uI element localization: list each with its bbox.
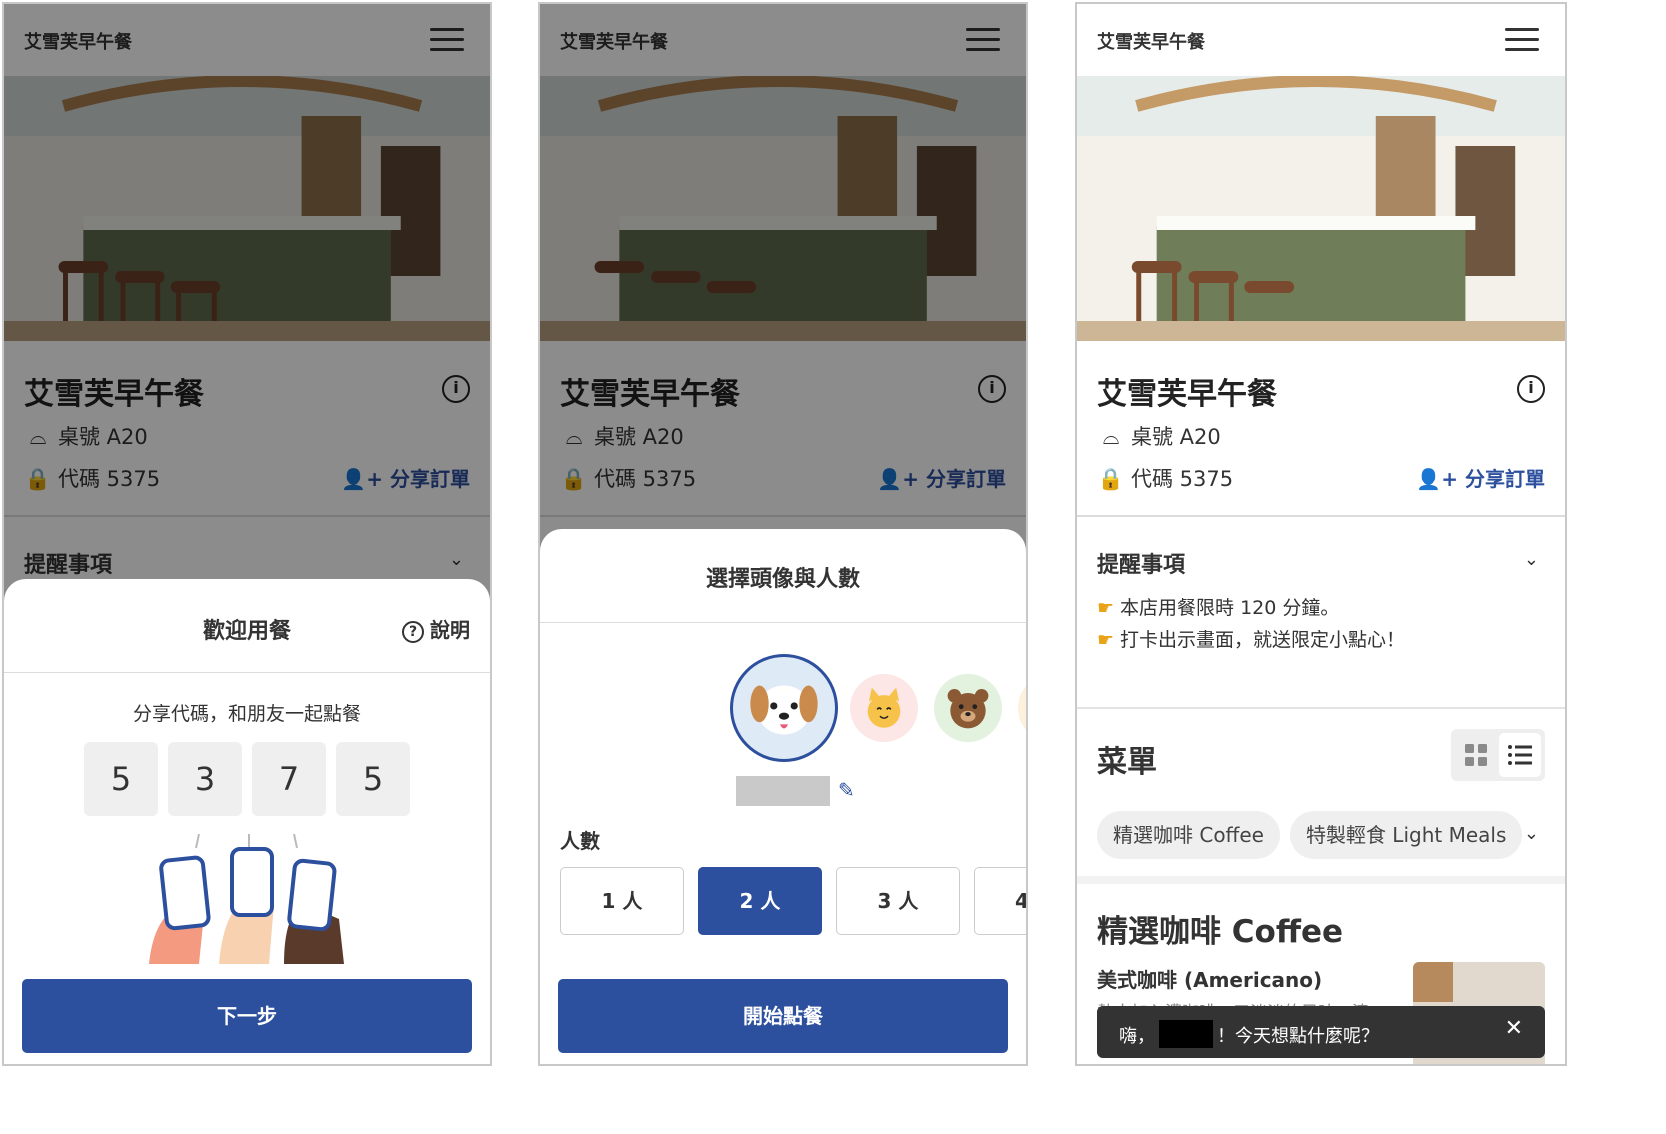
shop-name: 艾雪芙早午餐: [1097, 377, 1277, 412]
redacted-name: [1159, 1020, 1213, 1048]
code-digit: 5: [336, 742, 410, 816]
menu-item-name[interactable]: 美式咖啡 (Americano): [1097, 964, 1322, 993]
people-option-3[interactable]: 3 人: [836, 867, 960, 935]
phone-screen-menu: 艾雪芙早午餐 艾雪芙早午餐 i ⌓ 桌號 A20 🔒 代碼 5375 👤+ 分享訂單…: [1075, 2, 1567, 1066]
pointing-hand-icon: ☛: [1097, 629, 1115, 651]
app-header: 艾雪芙早午餐: [1077, 4, 1565, 76]
code-digit: 7: [252, 742, 326, 816]
category-chip[interactable]: 精選咖啡 Coffee: [1097, 811, 1280, 859]
avatar-sheet: 選擇頭像與人數 ✎ 人數 1 人2 人3 人4 開始點餐: [540, 529, 1026, 1064]
phone-screen-avatar: 艾雪芙早午餐 艾雪芙早午餐 i ⌓ 桌號 A20 🔒 代碼 5375 👤+ 分享訂單…: [538, 2, 1028, 1066]
hero-image: [1077, 76, 1565, 341]
notice-section: 提醒事項 ⌄ ☛ 本店用餐限時 120 分鐘。 ☛ 打卡出示畫面，就送限定小點心！: [1077, 519, 1565, 709]
info-icon[interactable]: i: [1517, 375, 1545, 403]
category-chip[interactable]: 特製輕食 Light Meals: [1289, 811, 1523, 859]
sheet-title: 選擇頭像與人數: [705, 567, 860, 592]
question-icon: ?: [402, 621, 424, 643]
people-count-options: 1 人2 人3 人4: [560, 867, 1026, 935]
sheet-header: 選擇頭像與人數: [540, 529, 1026, 623]
notice-line: ☛ 本店用餐限時 120 分鐘。: [1097, 597, 1340, 619]
sheet-header: 歡迎用餐 ? 說明: [4, 579, 490, 673]
code-digit: 5: [84, 742, 158, 816]
code-digit: 3: [168, 742, 242, 816]
code-digits: 5375: [84, 742, 420, 816]
shop-info-card: 艾雪芙早午餐 i ⌓ 桌號 A20 🔒 代碼 5375 👤+ 分享訂單: [1077, 341, 1565, 517]
menu-section: 菜單 精選咖啡 Coffee 特製輕食 Light Meals ⌄: [1077, 711, 1565, 876]
chevron-down-icon[interactable]: ⌄: [1524, 823, 1539, 844]
people-option-1[interactable]: 1 人: [560, 867, 684, 935]
welcome-sheet: 歡迎用餐 ? 說明 分享代碼，和朋友一起點餐 5375 下一步: [4, 579, 490, 1064]
notice-line: ☛ 打卡出示畫面，就送限定小點心！: [1097, 629, 1406, 651]
chevron-down-icon[interactable]: ⌄: [1524, 549, 1539, 570]
cloche-icon: ⌓: [1102, 425, 1120, 449]
category-chips: 精選咖啡 Coffee 特製輕食 Light Meals: [1097, 811, 1532, 859]
add-user-icon: 👤+: [1416, 467, 1465, 491]
share-order-button[interactable]: 👤+ 分享訂單: [1416, 463, 1545, 492]
cat-icon[interactable]: [850, 674, 918, 742]
view-toggle: [1451, 729, 1545, 781]
notice-title: 提醒事項: [1097, 553, 1186, 578]
people-option-4[interactable]: 4: [974, 867, 1026, 935]
list-view-icon[interactable]: [1499, 733, 1541, 777]
phones-illustration: [144, 833, 354, 964]
table-number: ⌓ 桌號 A20: [1097, 421, 1221, 451]
menu-title: 菜單: [1097, 745, 1157, 780]
close-icon[interactable]: ✕: [1505, 1016, 1523, 1041]
order-code: 🔒 代碼 5375: [1097, 467, 1234, 491]
avatar-picker: [730, 654, 1026, 764]
brand-title: 艾雪芙早午餐: [1097, 32, 1205, 53]
share-code-hint: 分享代碼，和朋友一起點餐: [132, 703, 361, 725]
start-ordering-button[interactable]: 開始點餐: [558, 979, 1008, 1053]
toast-message: 嗨， ！今天想點什麼呢？: [1119, 1020, 1379, 1048]
nickname-field[interactable]: [736, 776, 830, 806]
grid-view-icon[interactable]: [1455, 733, 1497, 777]
people-count-label: 人數: [560, 829, 600, 853]
next-step-button[interactable]: 下一步: [22, 979, 472, 1053]
people-option-2[interactable]: 2 人: [698, 867, 822, 935]
dog-icon[interactable]: [730, 654, 838, 762]
menu-icon[interactable]: [1505, 28, 1539, 52]
pencil-icon[interactable]: ✎: [838, 778, 855, 802]
category-title: 精選咖啡 Coffee: [1097, 914, 1344, 950]
help-button[interactable]: ? 說明: [402, 614, 470, 643]
phone-screen-welcome: 艾雪芙早午餐 艾雪芙早午餐 i ⌓ 桌號 A20 🔒 代碼 5375 👤+ 分享訂單…: [2, 2, 492, 1066]
pointing-hand-icon: ☛: [1097, 597, 1115, 619]
greeting-toast: 嗨， ！今天想點什麼呢？ ✕: [1097, 1006, 1545, 1058]
lock-icon: 🔒: [1097, 467, 1125, 491]
avatar-option-partial[interactable]: [1018, 674, 1026, 742]
bear-icon[interactable]: [934, 674, 1002, 742]
